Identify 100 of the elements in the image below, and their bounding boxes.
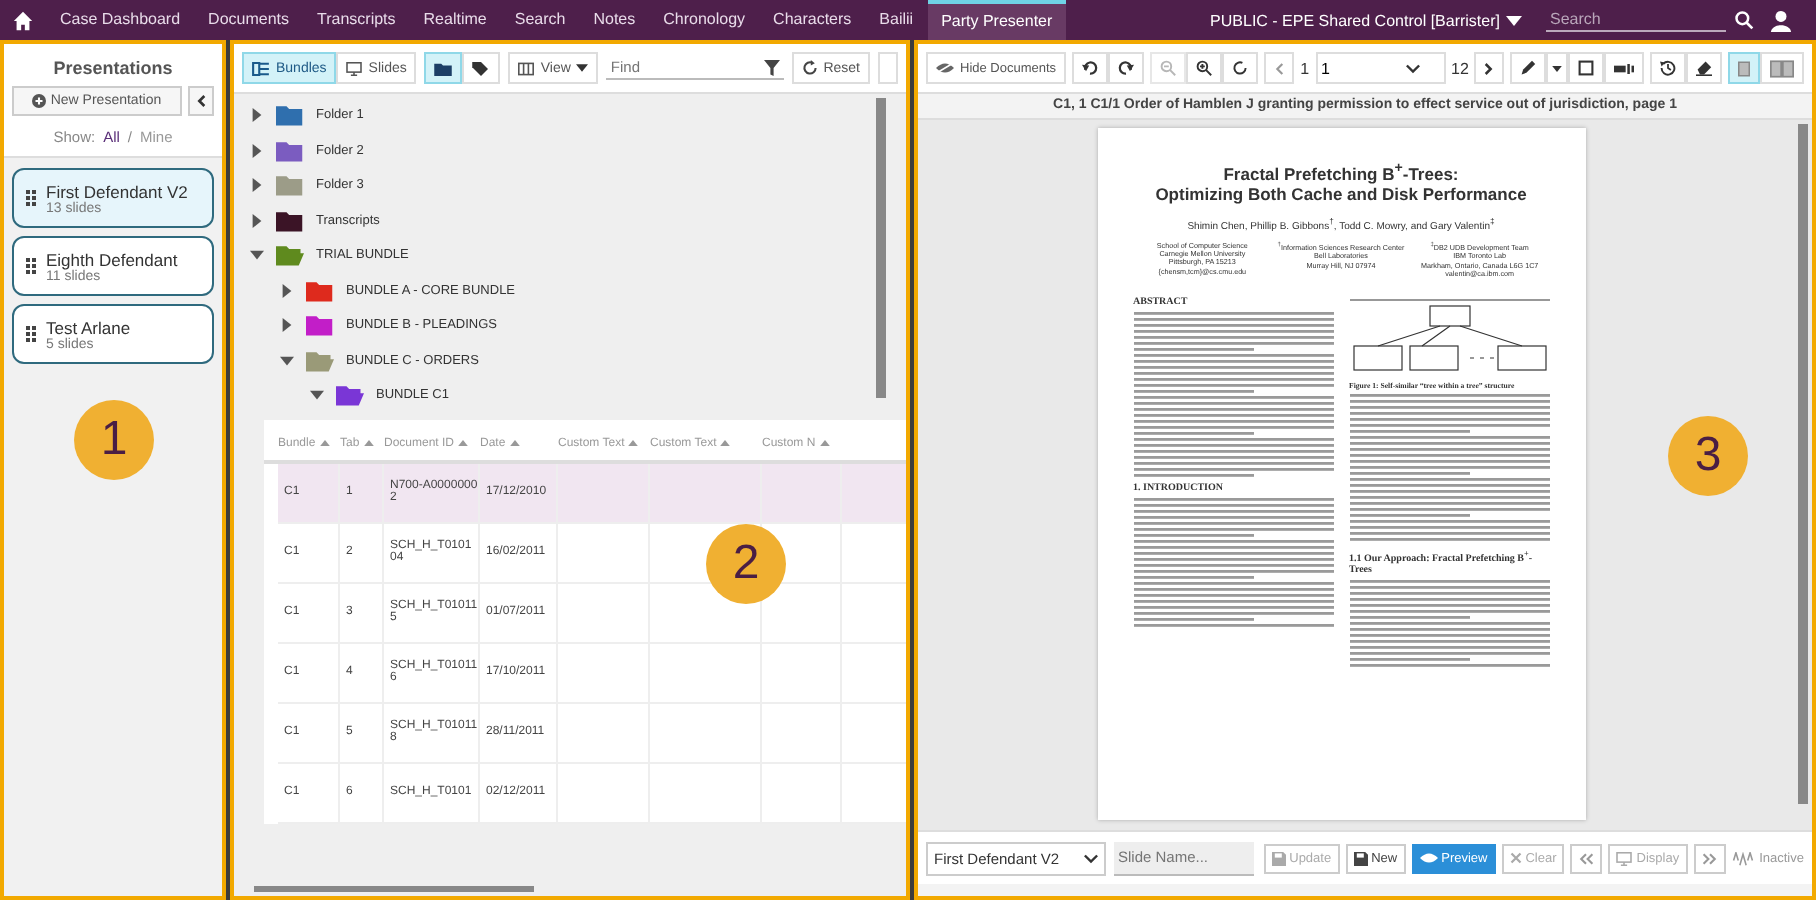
eraser-button[interactable] (1686, 52, 1723, 84)
previous-slide-button[interactable] (1570, 843, 1603, 873)
panel-title: Presentations (51, 56, 175, 82)
presentation-name: Eighth Defendant (46, 249, 178, 269)
sort-arrow-icon[interactable] (363, 440, 374, 446)
next-page-button[interactable] (1474, 52, 1505, 84)
caret-icon (576, 64, 589, 72)
eye-icon (1419, 852, 1438, 864)
account-dropdown[interactable]: PUBLIC - EPE Shared Control [Barrister] (1198, 9, 1534, 31)
two-page-button[interactable] (1760, 52, 1805, 84)
chevron-right-icon (1484, 61, 1495, 75)
nav-tab[interactable]: Documents (194, 0, 304, 40)
undo-button[interactable] (1072, 52, 1109, 84)
zoom-out-icon (1160, 60, 1177, 76)
chevron-left-icon (196, 94, 206, 108)
page-select[interactable]: 1 (1315, 52, 1446, 84)
collapse-arrow-icon[interactable] (280, 353, 294, 368)
expand-arrow-icon[interactable] (250, 143, 264, 158)
nav-tab[interactable]: Transcripts (303, 0, 410, 40)
refresh-icon (801, 60, 818, 76)
user-icon[interactable] (1770, 9, 1792, 31)
page-label: 1 (1300, 59, 1310, 77)
next-slide-button[interactable] (1693, 843, 1726, 873)
collapse-arrow-icon[interactable] (310, 388, 324, 403)
caret-icon (1506, 15, 1522, 25)
expand-arrow-icon[interactable] (250, 178, 264, 193)
scrollbar-thumb[interactable] (254, 886, 534, 892)
drag-handle-icon[interactable] (26, 326, 36, 342)
expand-arrow-icon[interactable] (250, 213, 264, 228)
sort-arrow-icon[interactable] (458, 440, 469, 446)
nav-tab[interactable]: Chronology (649, 0, 760, 40)
redo-button[interactable] (1108, 52, 1145, 84)
drag-handle-icon[interactable] (26, 258, 36, 274)
nav-tab[interactable]: Notes (579, 0, 650, 40)
search-icon[interactable] (1734, 10, 1754, 30)
nav-tab[interactable]: Case Dashboard (46, 0, 195, 40)
scrollbar-thumb[interactable] (876, 98, 886, 398)
page-count: 12 (1451, 59, 1469, 77)
monitor-icon (1616, 851, 1633, 865)
rectangle-button[interactable] (1568, 52, 1605, 84)
nav-tab[interactable]: Characters (759, 0, 866, 40)
caret-icon (1552, 65, 1563, 71)
save-icon (1271, 851, 1286, 865)
home-icon[interactable] (12, 9, 34, 31)
redo-icon (1118, 60, 1135, 76)
folder-icon (434, 61, 453, 75)
scrollbar-thumb[interactable] (1798, 124, 1808, 804)
chevron-left-icon (1274, 61, 1285, 75)
double-chevron-left-icon (1578, 851, 1595, 865)
tag-view-button[interactable] (462, 52, 501, 84)
collapse-button[interactable] (188, 86, 214, 116)
hierarchy-icon (252, 61, 270, 75)
zoom-in-button[interactable] (1186, 52, 1223, 84)
undo-icon (1082, 60, 1099, 76)
filter-icon[interactable] (763, 59, 780, 75)
close-icon (1509, 852, 1522, 864)
single-page-icon (1738, 59, 1751, 77)
history-button[interactable] (1650, 52, 1687, 84)
eye-slash-icon (936, 62, 954, 74)
nav-tab[interactable]: Party Presenter (927, 0, 1067, 40)
paper-title: Fractal Prefetching B$^{+}$-Trees: (1221, 160, 1461, 185)
folder-view-button[interactable] (424, 52, 463, 84)
tag-icon (472, 61, 491, 75)
dropdown-button[interactable] (1546, 52, 1569, 84)
reset-zoom-button[interactable] (1222, 52, 1259, 84)
collapse-arrow-icon[interactable] (250, 248, 264, 263)
redact-button[interactable] (1604, 52, 1645, 84)
paper-title: Optimizing Both Cache and Disk Performance (1153, 184, 1529, 207)
expand-arrow-icon[interactable] (280, 283, 294, 298)
nav-tab[interactable]: Search (500, 0, 580, 40)
refresh-icon (1232, 60, 1249, 76)
sort-arrow-icon[interactable] (720, 440, 731, 446)
eraser-icon (1696, 60, 1713, 76)
columns-icon (518, 61, 535, 75)
two-page-icon (1770, 59, 1795, 77)
sort-arrow-icon[interactable] (319, 440, 330, 446)
font-size-icon (1731, 851, 1754, 865)
save-icon (1353, 851, 1368, 865)
plus-circle-icon (32, 94, 47, 108)
sort-arrow-icon[interactable] (819, 440, 830, 446)
zoom-in-icon (1196, 60, 1213, 76)
chevron-down-icon (1084, 853, 1098, 863)
bars-icon (1614, 63, 1635, 73)
sort-arrow-icon[interactable] (628, 440, 639, 446)
presentation-name: Test Arlane (46, 317, 131, 337)
nav-tab[interactable]: Realtime (409, 0, 501, 40)
drag-handle-icon[interactable] (26, 190, 36, 206)
pen-button[interactable] (1510, 52, 1547, 84)
nav-tab[interactable]: Bailii (865, 0, 928, 40)
presentation-name: First Defendant V2 (46, 181, 188, 201)
expand-arrow-icon[interactable] (250, 108, 264, 123)
pen-icon (1520, 60, 1537, 76)
search-field[interactable]: Search (1546, 8, 1726, 32)
monitor-icon (346, 61, 363, 75)
square-icon (1578, 60, 1595, 76)
sort-arrow-icon[interactable] (509, 440, 520, 446)
annotation-badge: 1 (74, 400, 154, 480)
chevron-down-icon[interactable] (1405, 63, 1420, 73)
expand-arrow-icon[interactable] (280, 318, 294, 333)
double-chevron-right-icon (1701, 851, 1718, 865)
